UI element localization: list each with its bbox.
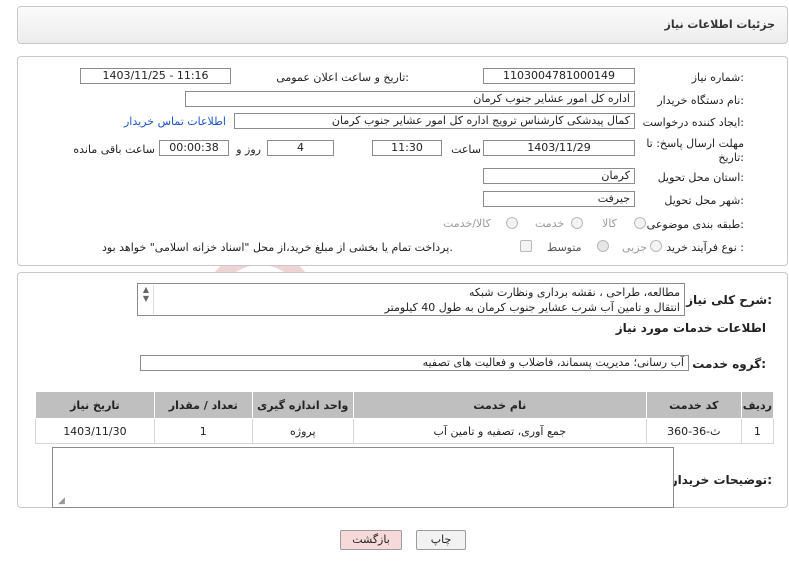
category-option-goods-service: کالا/خدمت	[443, 217, 491, 230]
summary-line-2: انتقال و تامین آب شرب عشایر جنوب کرمان ب…	[384, 301, 680, 314]
services-table-header: ردیف کد خدمت نام خدمت واحد اندازه گیری ت…	[35, 391, 775, 419]
col-date: تاریخ نیاز	[35, 391, 155, 419]
resize-grip-icon: ◢	[58, 496, 65, 506]
page-title: جزئیات اطلاعات نیاز	[664, 18, 776, 31]
deadline-label-1: مهلت ارسال پاسخ: تا	[646, 137, 744, 150]
announce-label: تاریخ و ساعت اعلان عمومی:	[276, 71, 409, 84]
process-label: نوع فرآیند خرید :	[666, 241, 744, 254]
details-panel	[17, 56, 788, 266]
process-radio-medium[interactable]	[597, 240, 609, 252]
deadline-date-field: 1403/11/29	[483, 140, 635, 156]
category-radio-goods[interactable]	[634, 217, 646, 229]
service-group-field: آب رسانی؛ مدیریت پسماند، فاضلاب و فعالیت…	[140, 355, 689, 371]
service-group-label: گروه خدمت:	[692, 357, 766, 371]
back-button[interactable]: بازگشت	[340, 530, 402, 550]
remaining-time-field: 00:00:38	[159, 140, 229, 156]
services-table: ردیف کد خدمت نام خدمت واحد اندازه گیری ت…	[35, 391, 775, 444]
buyer-notes-textarea[interactable]	[52, 447, 674, 508]
remaining-label: ساعت باقی مانده	[73, 143, 155, 156]
cell-date: 1403/11/30	[35, 418, 155, 444]
col-name: نام خدمت	[352, 391, 647, 419]
deadline-time-label: ساعت	[451, 143, 481, 156]
table-row: 1 ث-36-360 جمع آوری، تصفیه و تامین آب پر…	[35, 418, 775, 444]
requester-field: کمال پیدشکی کارشناس ترویج اداره کل امور …	[234, 113, 635, 129]
cell-qty: 1	[153, 418, 253, 444]
requester-label: ایجاد کننده درخواست:	[642, 116, 744, 129]
col-qty: تعداد / مقدار	[153, 391, 253, 419]
category-option-service: خدمت	[535, 217, 565, 230]
city-field: جیرفت	[483, 191, 635, 207]
days-field: 4	[267, 140, 334, 156]
need-number-label: شماره نیاز:	[691, 71, 744, 84]
col-unit: واحد اندازه گیری	[251, 391, 354, 419]
buyer-org-field: اداره کل امور عشایر جنوب کرمان	[185, 91, 635, 107]
deadline-time-field: 11:30	[372, 140, 442, 156]
summary-label: شرح کلی نیاز:	[686, 293, 772, 307]
category-label: طبقه بندی موضوعی:	[646, 218, 744, 231]
summary-line-1: مطالعه، طراحی ، نقشه برداری ونظارت شبکه	[468, 286, 680, 299]
process-option-minor: جزیی	[622, 241, 648, 254]
city-label: شهر محل تحویل:	[664, 194, 744, 207]
col-code: کد خدمت	[645, 391, 742, 419]
summary-scrollbar[interactable]: ▲ ▼	[139, 285, 154, 314]
buyer-contact-link[interactable]: اطلاعات تماس خریدار	[124, 115, 226, 128]
page-header: جزئیات اطلاعات نیاز	[17, 6, 788, 44]
province-field: کرمان	[483, 168, 635, 184]
buyer-org-label: نام دستگاه خریدار:	[657, 94, 744, 107]
need-number-field: 1103004781000149	[483, 68, 635, 84]
col-row: ردیف	[740, 391, 775, 419]
process-option-medium: متوسط	[547, 241, 582, 254]
category-radio-goods-service[interactable]	[506, 217, 518, 229]
services-section-title: اطلاعات خدمات مورد نیاز	[615, 321, 766, 335]
buyer-notes-label: توضیحات خریدار:	[670, 473, 772, 487]
category-radio-service[interactable]	[571, 217, 583, 229]
process-radio-minor[interactable]	[650, 240, 662, 252]
cell-code: ث-36-360	[645, 418, 742, 444]
payment-checkbox[interactable]	[520, 240, 532, 252]
announce-field: 1403/11/25 - 11:16	[80, 68, 231, 84]
print-button[interactable]: چاپ	[416, 530, 466, 550]
category-option-goods: کالا	[602, 217, 617, 230]
deadline-label-2: تاریخ:	[718, 151, 744, 164]
payment-note: پرداخت تمام یا بخشی از مبلغ خرید،از محل …	[102, 241, 453, 254]
cell-row: 1	[740, 418, 775, 444]
days-label: روز و	[236, 143, 261, 156]
cell-name: جمع آوری، تصفیه و تامین آب	[352, 418, 647, 444]
cell-unit: پروژه	[251, 418, 354, 444]
summary-textarea[interactable]: ▲ ▼ مطالعه، طراحی ، نقشه برداری ونظارت شب…	[137, 283, 685, 316]
province-label: استان محل تحویل:	[657, 171, 744, 184]
